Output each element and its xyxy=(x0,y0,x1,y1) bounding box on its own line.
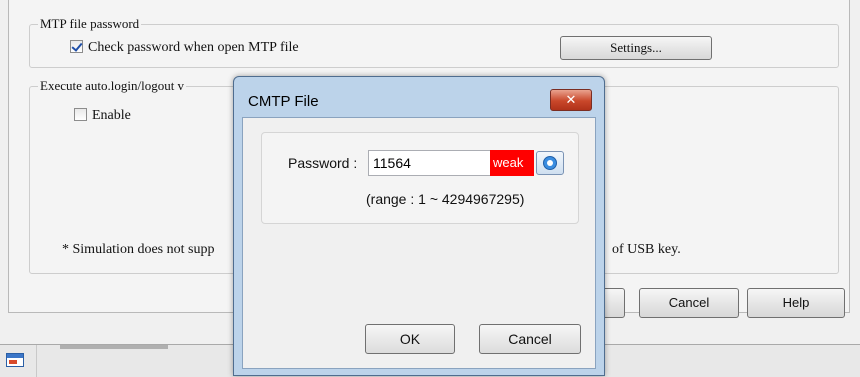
password-label: Password : xyxy=(288,155,358,171)
close-button[interactable]: ✕ xyxy=(550,89,592,111)
mtp-password-legend: MTP file password xyxy=(38,16,142,32)
simulation-note: * Simulation does not supp xyxy=(62,242,215,257)
dialog-ok-button[interactable]: OK xyxy=(365,324,455,354)
eye-pupil xyxy=(547,160,553,166)
taskbar-separator xyxy=(36,345,37,377)
cancel-button-label: Cancel xyxy=(668,295,710,310)
cancel-button[interactable]: Cancel xyxy=(639,288,739,318)
check-password-label: Check password when open MTP file xyxy=(88,40,299,55)
dialog-body: Password : weak (range : 1 ~ 4294967295)… xyxy=(242,117,596,369)
password-strength-badge: weak xyxy=(490,150,534,176)
check-icon xyxy=(71,40,83,52)
password-input[interactable] xyxy=(368,150,492,176)
taskbar-scroll-thumb xyxy=(60,345,168,349)
auto-login-legend: Execute auto.login/logout v xyxy=(38,78,187,94)
show-password-button[interactable] xyxy=(536,151,564,175)
dialog-cancel-label: Cancel xyxy=(508,331,552,347)
usb-key-note: of USB key. xyxy=(612,242,681,257)
help-button-label: Help xyxy=(782,295,810,310)
mtp-password-group: MTP file password Check password when op… xyxy=(29,16,839,68)
settings-button-label: Settings... xyxy=(610,40,662,55)
cmtp-file-dialog: CMTP File ✕ Password : weak (range : 1 ~… xyxy=(233,76,605,376)
check-password-checkbox[interactable] xyxy=(70,40,83,53)
check-password-option[interactable]: Check password when open MTP file xyxy=(70,39,299,57)
password-panel: Password : weak (range : 1 ~ 4294967295) xyxy=(261,132,579,224)
password-range-hint: (range : 1 ~ 4294967295) xyxy=(366,191,525,207)
enable-checkbox[interactable] xyxy=(74,108,87,121)
dialog-title: CMTP File xyxy=(248,93,319,110)
dialog-ok-label: OK xyxy=(399,331,421,347)
close-icon: ✕ xyxy=(565,92,577,107)
dialog-cancel-button[interactable]: Cancel xyxy=(479,324,581,354)
enable-option[interactable]: Enable xyxy=(74,107,131,125)
app-window-icon[interactable] xyxy=(6,353,24,367)
settings-button[interactable]: Settings... xyxy=(560,36,712,60)
help-button[interactable]: Help xyxy=(747,288,845,318)
enable-label: Enable xyxy=(92,108,131,123)
